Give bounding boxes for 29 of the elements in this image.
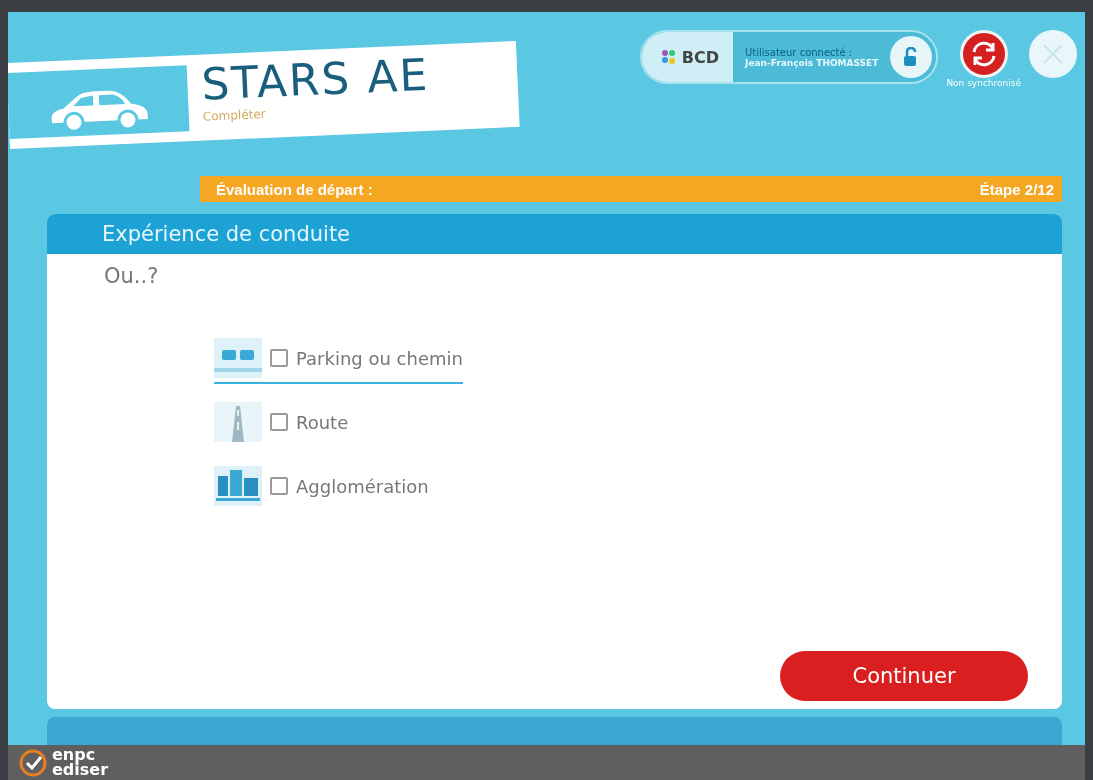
option-label: Route	[296, 411, 349, 433]
dots-icon	[659, 48, 678, 66]
option-label: Agglomération	[296, 475, 429, 497]
checkbox[interactable]	[270, 477, 288, 495]
card-title: Expérience de conduite	[102, 222, 351, 246]
answer-option[interactable]: Parking ou chemin	[214, 338, 463, 384]
lock-button[interactable]	[890, 36, 933, 78]
user-name: Jean-François THOMASSET	[745, 57, 879, 68]
option-label: Parking ou chemin	[296, 347, 463, 369]
answer-option[interactable]: Route	[214, 402, 349, 448]
brand-name: BCD	[681, 47, 720, 67]
user-label: Utilisateur connecté :	[745, 46, 854, 58]
checkmark-logo-icon	[18, 747, 48, 778]
logo-text: ediser	[52, 762, 109, 777]
buildings-icon	[214, 466, 262, 506]
close-button[interactable]	[1029, 30, 1077, 78]
step-counter: Étape 2/12	[979, 180, 1054, 198]
progress-title: Évaluation de départ :	[216, 180, 373, 198]
road-icon	[214, 402, 262, 442]
logo-text: enpc	[52, 748, 96, 763]
continue-button[interactable]: Continuer	[780, 651, 1028, 701]
checkbox[interactable]	[270, 349, 288, 367]
answer-option[interactable]: Agglomération	[214, 466, 429, 512]
checkbox[interactable]	[270, 413, 288, 431]
sync-status: Non synchronisé	[946, 78, 1021, 88]
question-text: Ou..?	[104, 264, 160, 288]
close-icon	[1042, 43, 1064, 65]
sync-button[interactable]	[959, 30, 1008, 78]
parking-icon	[214, 338, 262, 378]
